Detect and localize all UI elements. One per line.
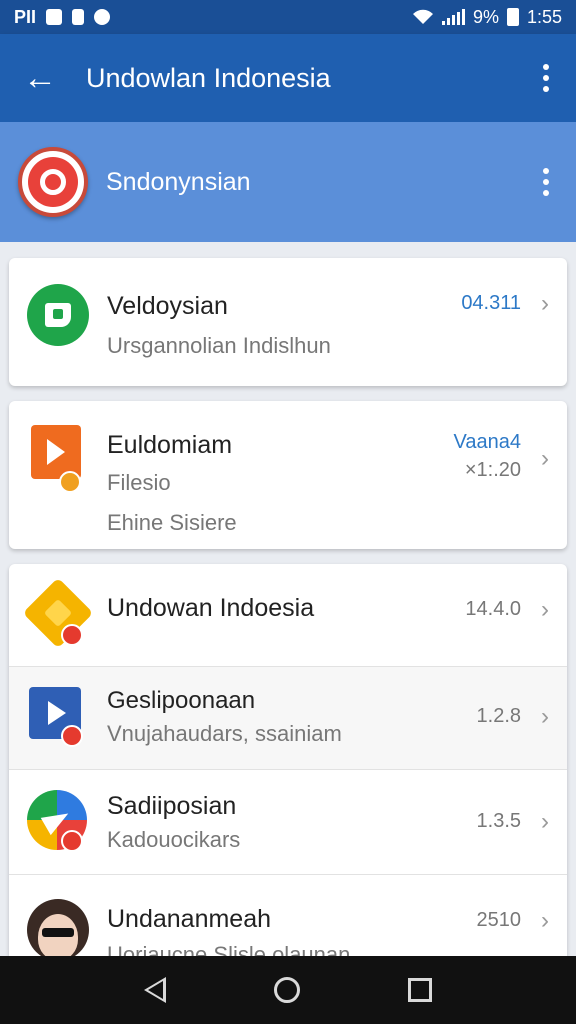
list-item[interactable]: Geslipoonaan Vnujahaudars, ssainiam 1.2.…: [9, 667, 567, 769]
chevron-right-icon: ›: [541, 907, 549, 934]
header-menu-icon[interactable]: [536, 168, 556, 196]
chevron-right-icon: ›: [541, 445, 549, 472]
app-list: Undowan Indoesia 14.4.0 › Geslipoonaan V…: [9, 564, 567, 956]
app-card-2[interactable]: Euldomiam Filesio Ehine Sisiere Vaana4 ×…: [9, 401, 567, 549]
nav-home-icon[interactable]: [274, 977, 300, 1003]
card-version: 04.311: [461, 292, 521, 314]
list-item[interactable]: Sadiiposian Kadouocikars 1.3.5 ›: [9, 770, 567, 874]
lock-icon: [72, 9, 85, 25]
overflow-menu-icon[interactable]: [536, 64, 556, 92]
circle-icon: [94, 9, 111, 25]
list-item-subtitle: Uoriaucne Slisle olaunan: [107, 942, 351, 956]
chevron-right-icon: ›: [541, 808, 549, 835]
list-item[interactable]: Undowan Indoesia 14.4.0 ›: [9, 564, 567, 666]
battery-icon: [506, 8, 519, 26]
nav-recents-icon[interactable]: [408, 978, 432, 1002]
header-name: Sndonynsian: [106, 167, 251, 196]
paper-plane-icon: [27, 790, 89, 852]
status-time: 1:55: [526, 6, 562, 27]
wifi-icon: [412, 9, 433, 24]
signal-icon: [441, 9, 465, 25]
list-item-version: 1.2.8: [476, 705, 521, 727]
image-icon: [46, 9, 63, 25]
app-bar: ← Undowlan Indonesia: [0, 34, 576, 122]
status-right: 9% 1:55: [412, 7, 562, 28]
card-version-bottom: ×1:.20: [464, 459, 521, 481]
blue-video-icon: [27, 687, 89, 749]
app-logo-icon: [18, 147, 88, 217]
status-carrier-text: PII: [14, 6, 37, 27]
chevron-right-icon: ›: [541, 596, 549, 623]
status-left: PII: [14, 6, 111, 28]
status-signal-text: 9%: [472, 6, 499, 27]
yellow-gem-icon: [22, 577, 94, 649]
back-arrow-icon[interactable]: ←: [20, 58, 60, 98]
card-version-top: Vaana4: [453, 431, 521, 453]
list-item-version: 2510: [476, 909, 522, 931]
green-shield-icon: [27, 284, 89, 346]
list-item[interactable]: Undananmeah Uoriaucne Slisle olaunan 251…: [9, 875, 567, 956]
system-nav-bar: [0, 956, 576, 1024]
status-bar: PII 9% 1:55: [0, 0, 576, 34]
avatar-icon: [27, 899, 89, 956]
card-subtitle: Ursgannolian Indislhun: [107, 333, 331, 358]
nav-back-icon[interactable]: [144, 977, 166, 1003]
list-item-version: 1.3.5: [476, 810, 521, 832]
card-line3: Ehine Sisiere: [107, 510, 237, 535]
chevron-right-icon: ›: [541, 290, 549, 317]
app-card-1[interactable]: Veldoysian Ursgannolian Indislhun 04.311…: [9, 258, 567, 386]
app-bar-title: Undowlan Indonesia: [86, 62, 331, 93]
chevron-right-icon: ›: [541, 703, 549, 730]
list-item-version: 14.4.0: [465, 598, 521, 620]
orange-play-icon: [27, 425, 89, 493]
profile-header: Sndonynsian: [0, 122, 576, 242]
